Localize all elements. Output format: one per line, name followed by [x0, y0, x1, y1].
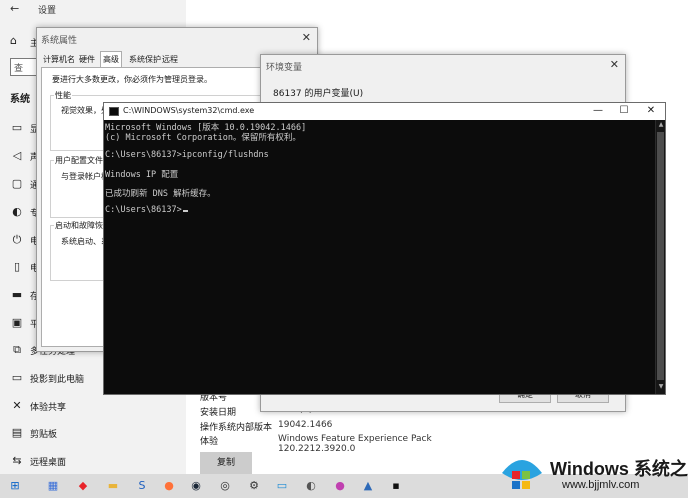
firefox-icon[interactable]: ● [160, 477, 178, 495]
storage-icon: ▬ [11, 288, 23, 301]
speaker-icon: ◁ [12, 149, 22, 162]
settings-title: 设置 [38, 6, 57, 16]
nav-label: 体验共享 [30, 403, 67, 413]
spec-row-os-build: 操作系统内部版本 19042.1466 [200, 420, 500, 434]
spec-key: 安装日期 [200, 408, 237, 418]
tablet-icon: ▣ [11, 316, 23, 329]
spec-key: 体验 [200, 437, 219, 447]
back-arrow-icon[interactable]: ← [10, 2, 19, 15]
multitasking-icon: ⧉ [13, 343, 21, 356]
console-line: Windows IP 配置 [105, 170, 179, 180]
app-icon-6[interactable]: ● [331, 477, 349, 495]
maximize-icon[interactable]: ☐ [611, 104, 637, 118]
cmd-scrollbar[interactable]: ▲ ▼ [655, 120, 665, 394]
gear-icon[interactable]: ⚙ [245, 477, 263, 495]
console-line: C:\Users\86137>ipconfig/flushdns [105, 150, 269, 160]
minimize-icon[interactable]: — [585, 104, 611, 118]
dialog-title: 系统属性 [41, 36, 78, 46]
group-label: 性能 [54, 90, 72, 101]
watermark-title: Windows 系统之家 [550, 459, 688, 479]
tab-advanced[interactable]: 高级 [100, 51, 122, 67]
remote-icon[interactable]: ▭ [273, 477, 291, 495]
nav-item-shared-experiences[interactable]: ✕ 体验共享 [0, 394, 186, 420]
app-icon-2[interactable]: ◆ [74, 477, 92, 495]
home-icon[interactable]: ⌂ [10, 34, 17, 47]
watermark: Windows 系统之家 www.bjjmlv.com [498, 445, 688, 495]
clipboard-icon: ▤ [11, 426, 23, 439]
scroll-down-icon[interactable]: ▼ [656, 383, 666, 393]
cmd-taskbar-icon[interactable]: ▪ [387, 477, 405, 495]
focus-assist-icon: ◐ [12, 205, 22, 218]
app-icon-4[interactable]: ◎ [216, 477, 234, 495]
cmd-console-output[interactable]: Microsoft Windows [版本 10.0.19042.1466] (… [104, 120, 656, 394]
spec-value: 19042.1466 [278, 420, 333, 430]
file-explorer-icon[interactable]: ▬ [104, 477, 122, 495]
cmd-window[interactable]: C:\WINDOWS\system32\cmd.exe — ☐ ✕ Micros… [103, 102, 666, 395]
console-line: (c) Microsoft Corporation。保留所有权利。 [105, 133, 301, 143]
tab-system-protection[interactable]: 系统保护 [127, 52, 163, 67]
group-label: 用户配置文件 [54, 155, 104, 166]
scrollbar-thumb[interactable] [657, 132, 664, 380]
cmd-titlebar[interactable]: C:\WINDOWS\system32\cmd.exe — ☐ ✕ [104, 103, 665, 120]
spec-row-experience: 体验 Windows Feature Experience Pack 120.2… [200, 434, 500, 454]
watermark-url: www.bjjmlv.com [562, 479, 640, 491]
notification-icon: ▢ [11, 177, 23, 190]
close-icon[interactable]: ✕ [638, 104, 664, 118]
nav-item-remote-desktop[interactable]: ⇆ 远程桌面 [0, 449, 186, 475]
copy-button[interactable]: 复制 [200, 452, 252, 474]
remote-desktop-icon: ⇆ [12, 454, 22, 467]
power-icon: ⏻ [12, 233, 22, 246]
close-icon[interactable]: ✕ [302, 31, 311, 44]
tab-computer-name[interactable]: 计算机名 [41, 52, 77, 67]
tab-hardware[interactable]: 硬件 [77, 52, 97, 67]
close-icon[interactable]: ✕ [610, 58, 619, 71]
spec-key: 操作系统内部版本 [200, 423, 273, 433]
console-prompt: C:\Users\86137> [105, 205, 182, 215]
app-icon-1[interactable]: ▦ [44, 477, 62, 495]
dialog-title: 环境变量 [266, 63, 303, 73]
steam-icon[interactable]: ◉ [187, 477, 205, 495]
windows-logo-icon [502, 460, 542, 489]
text-cursor [182, 210, 188, 212]
shared-experience-icon: ✕ [12, 399, 22, 412]
start-icon[interactable]: ⊞ [6, 477, 24, 495]
cmd-title: C:\WINDOWS\system32\cmd.exe [123, 106, 255, 115]
monitor-icon: ▭ [11, 121, 23, 134]
nav-label: 远程桌面 [30, 458, 67, 468]
app-icon-5[interactable]: ◐ [302, 477, 320, 495]
projection-icon: ▭ [11, 371, 23, 384]
settings-section-title: 系统 [10, 94, 30, 105]
nav-label: 投影到此电脑 [30, 375, 85, 385]
settings-titlebar: ← 设置 [0, 0, 186, 18]
app-icon-7[interactable]: ▲ [359, 477, 377, 495]
spec-value: Windows Feature Experience Pack 120.2212… [278, 434, 432, 454]
console-line: 已成功刷新 DNS 解析缓存。 [105, 189, 216, 199]
scroll-up-icon[interactable]: ▲ [656, 121, 666, 131]
console-prompt-line: C:\Users\86137> [105, 205, 188, 215]
admin-note: 要进行大多数更改，你必须作为管理员登录。 [52, 75, 212, 84]
cmd-app-icon [109, 107, 119, 116]
app-icon-3[interactable]: S [133, 477, 151, 495]
user-variables-label: 86137 的用户变量(U) [273, 89, 364, 99]
nav-item-clipboard[interactable]: ▤ 剪贴板 [0, 421, 186, 447]
tab-remote[interactable]: 远程 [160, 52, 180, 67]
battery-icon: ▯ [13, 260, 21, 273]
nav-label: 剪贴板 [30, 430, 58, 440]
